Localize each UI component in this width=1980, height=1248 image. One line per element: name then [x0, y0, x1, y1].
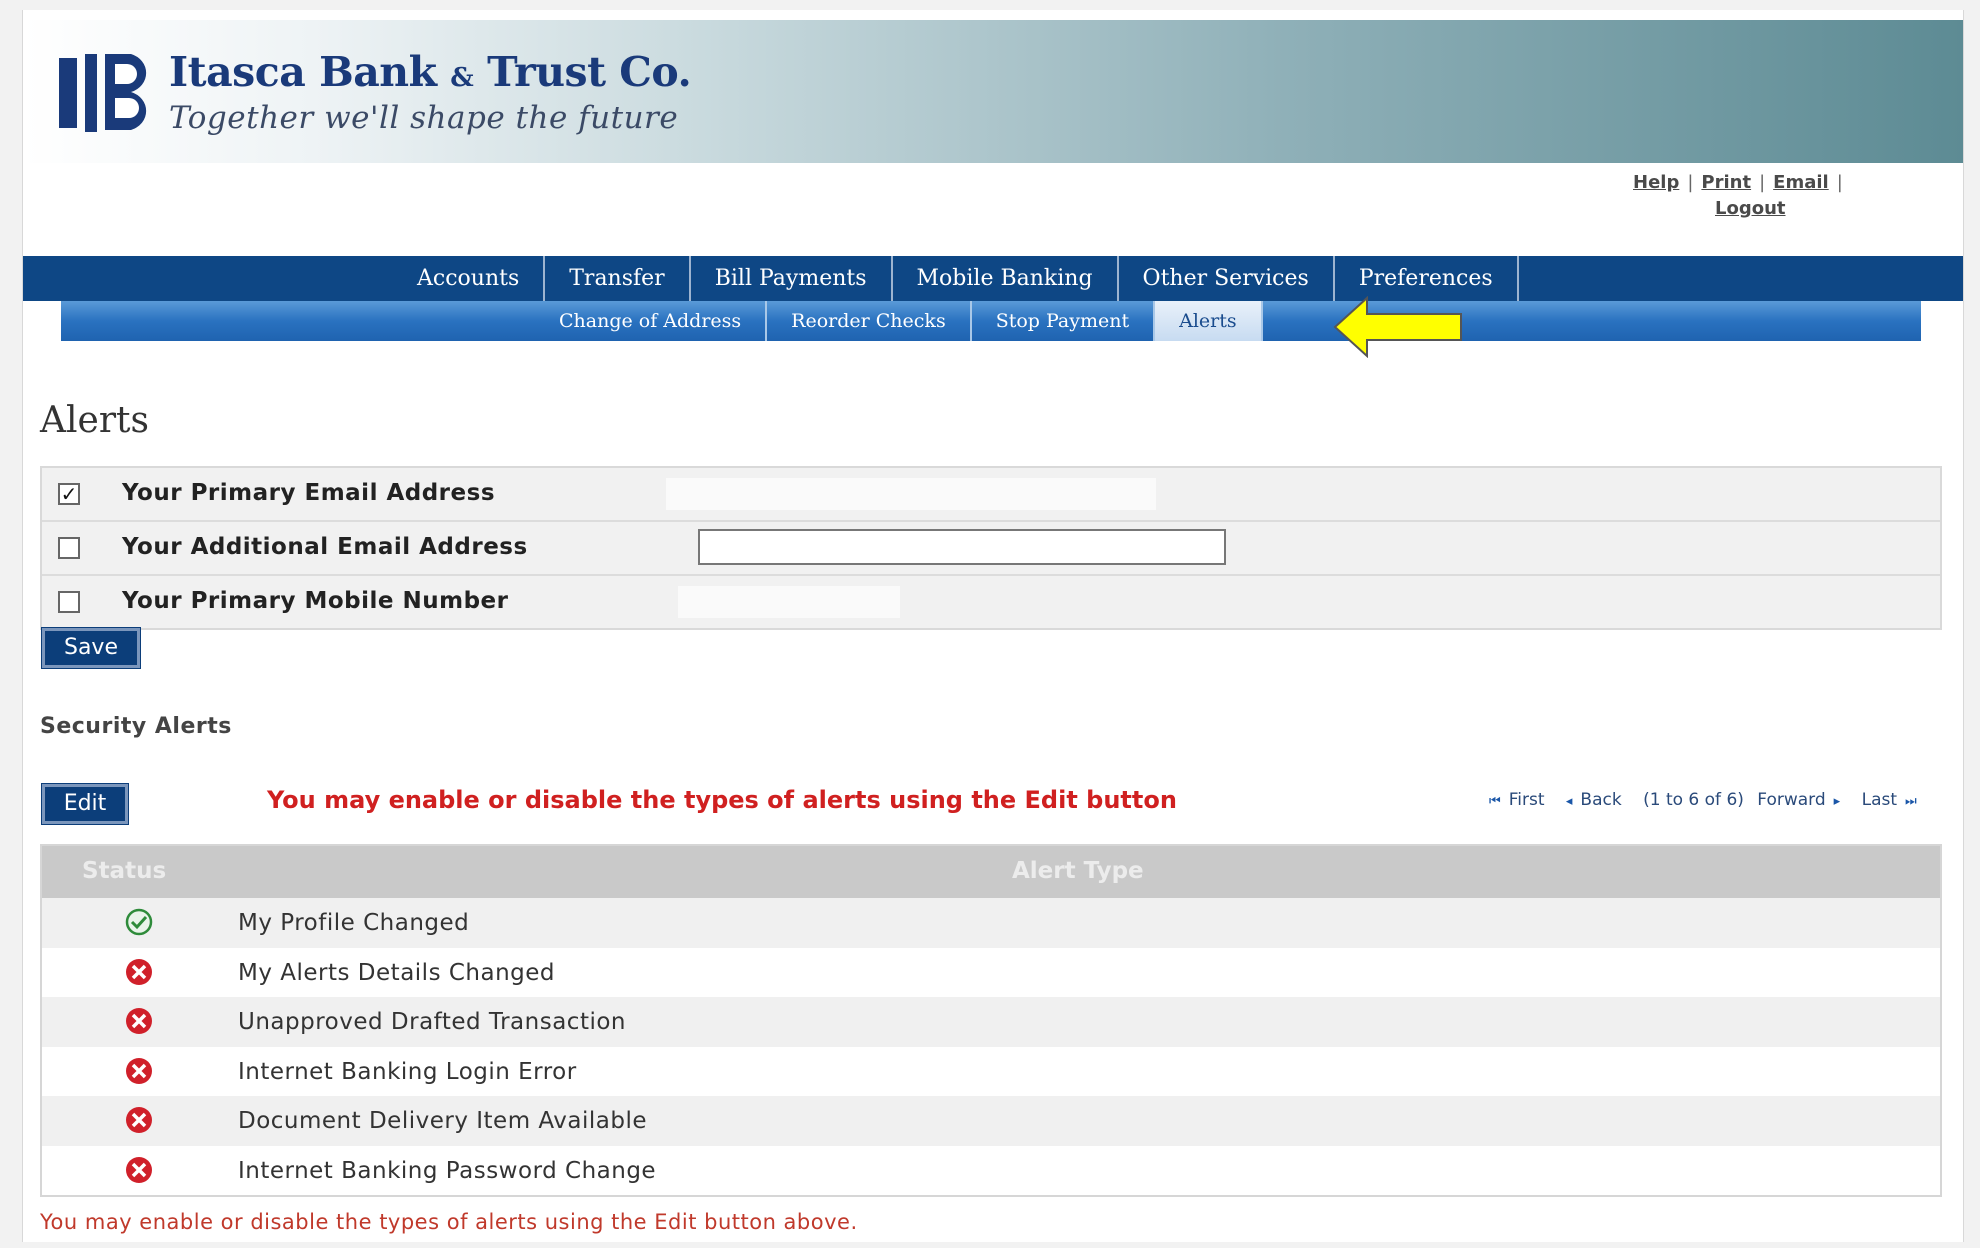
contact-row-primary-email: ✓ Your Primary Email Address [42, 468, 1940, 522]
edit-button[interactable]: Edit [41, 783, 129, 825]
subnav-change-of-address[interactable]: Change of Address [535, 301, 768, 341]
alerts-table-header: Status Alert Type [42, 846, 1940, 898]
x-circle-icon [126, 1057, 152, 1084]
forward-icon: ▸ [1833, 794, 1841, 809]
bank-name: Itasca Bank & Trust Co. [169, 48, 692, 96]
contact-table: ✓ Your Primary Email Address Your Additi… [40, 466, 1942, 630]
alert-type-label: My Alerts Details Changed [238, 959, 556, 986]
bank-tagline: Together we'll shape the future [169, 100, 679, 136]
logout-link[interactable]: Logout [1715, 198, 1786, 219]
contact-label: Your Primary Mobile Number [122, 588, 509, 614]
primary-mobile-value [678, 586, 900, 618]
pager-last[interactable]: Last ⏭ [1862, 790, 1925, 810]
table-row: My Alerts Details Changed [42, 947, 1940, 997]
nav-preferences[interactable]: Preferences [1335, 256, 1519, 301]
subnav-reorder-checks[interactable]: Reorder Checks [767, 301, 972, 341]
sub-nav: Change of Address Reorder Checks Stop Pa… [61, 301, 1921, 341]
utility-links: Help | Print | Email | Logout [1633, 172, 1843, 219]
alert-type-label: My Profile Changed [238, 910, 470, 936]
table-row: Internet Banking Password Change [42, 1145, 1940, 1195]
main-nav: Accounts Transfer Bill Payments Mobile B… [23, 256, 1963, 301]
yellow-arrow-left-icon [1333, 296, 1462, 358]
pager-range: (1 to 6 of 6) [1643, 790, 1744, 810]
print-link[interactable]: Print [1701, 172, 1751, 193]
table-row: Unapproved Drafted Transaction [42, 997, 1940, 1047]
column-header-status: Status [82, 858, 167, 884]
primary-email-value [666, 478, 1156, 510]
save-button[interactable]: Save [41, 627, 141, 669]
x-circle-icon [126, 1107, 152, 1133]
primary-mobile-checkbox[interactable] [58, 591, 80, 613]
table-row: Document Delivery Item Available [42, 1096, 1940, 1146]
nav-bill-payments[interactable]: Bill Payments [691, 256, 893, 301]
contact-label: Your Primary Email Address [122, 480, 496, 506]
additional-email-input[interactable] [698, 529, 1226, 565]
table-row: Internet Banking Login Error [42, 1046, 1940, 1096]
pager: ⏮ First ◂ Back (1 to 6 of 6) Forward ▸ Last… [1489, 790, 1933, 810]
primary-email-checkbox[interactable]: ✓ [58, 483, 80, 505]
security-alerts-title: Security Alerts [40, 714, 232, 739]
header-banner: Itasca Bank & Trust Co. Together we'll s… [23, 20, 1963, 163]
first-page-icon: ⏮ [1489, 794, 1501, 809]
nav-other-services[interactable]: Other Services [1119, 256, 1335, 301]
subnav-alerts[interactable]: Alerts [1155, 301, 1263, 341]
contact-row-additional-email: Your Additional Email Address [42, 522, 1940, 576]
check-circle-icon [125, 908, 153, 936]
nav-mobile-banking[interactable]: Mobile Banking [893, 256, 1119, 301]
alert-type-label: Internet Banking Login Error [238, 1058, 577, 1085]
nav-transfer[interactable]: Transfer [545, 256, 691, 301]
alerts-table: Status Alert Type My Profile Changed My … [40, 844, 1942, 1197]
x-circle-icon [126, 1008, 152, 1034]
contact-label: Your Additional Email Address [122, 534, 528, 560]
last-page-icon: ⏭ [1905, 794, 1917, 809]
bank-logo-icon [59, 54, 147, 132]
alert-type-label: Unapproved Drafted Transaction [238, 1009, 627, 1035]
pager-first[interactable]: ⏮ First [1489, 790, 1552, 810]
help-link[interactable]: Help [1633, 172, 1679, 193]
page: Itasca Bank & Trust Co. Together we'll s… [22, 10, 1964, 1242]
x-circle-icon [126, 1156, 152, 1183]
nav-accounts[interactable]: Accounts [393, 256, 546, 301]
alert-type-label: Document Delivery Item Available [238, 1108, 648, 1134]
page-title: Alerts [40, 400, 149, 441]
contact-row-primary-mobile: Your Primary Mobile Number [42, 576, 1940, 628]
alert-type-label: Internet Banking Password Change [238, 1157, 657, 1184]
pager-back[interactable]: ◂ Back [1566, 790, 1630, 810]
pager-forward[interactable]: Forward ▸ [1757, 790, 1848, 810]
edit-hint: You may enable or disable the types of a… [267, 786, 1177, 814]
column-header-alert-type: Alert Type [1012, 858, 1144, 884]
additional-email-checkbox[interactable] [58, 537, 80, 559]
subnav-stop-payment[interactable]: Stop Payment [972, 301, 1156, 341]
email-link[interactable]: Email [1773, 172, 1829, 193]
footer-note: You may enable or disable the types of a… [40, 1210, 858, 1234]
x-circle-icon [126, 958, 152, 985]
table-row: My Profile Changed [42, 898, 1940, 948]
back-icon: ◂ [1565, 794, 1573, 809]
